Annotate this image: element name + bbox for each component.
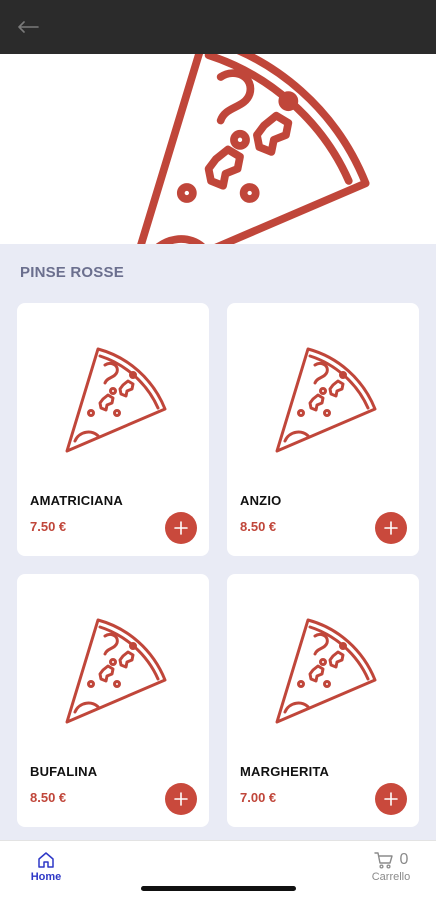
pizza-slice-icon — [137, 54, 370, 244]
product-grid: AMATRICIANA 7.50 € ANZIO 8.50 € BUFALINA… — [17, 303, 419, 827]
cart-row: 0 — [373, 851, 409, 869]
home-indicator — [141, 886, 296, 891]
section-title: PINSE ROSSE — [20, 264, 124, 281]
plus-icon — [384, 521, 398, 535]
pizza-slice-icon — [275, 618, 377, 724]
product-card[interactable]: MARGHERITA 7.00 € — [227, 574, 419, 827]
arrow-left-icon — [18, 21, 39, 33]
pizza-slice-icon — [65, 618, 167, 724]
nav-cart[interactable]: 0 Carrello — [366, 851, 416, 883]
add-to-cart-button[interactable] — [375, 512, 407, 544]
hero-image — [0, 54, 436, 244]
product-name: MARGHERITA — [240, 764, 330, 779]
plus-icon — [384, 792, 398, 806]
add-to-cart-button[interactable] — [375, 783, 407, 815]
add-to-cart-button[interactable] — [165, 783, 197, 815]
product-card[interactable]: BUFALINA 8.50 € — [17, 574, 209, 827]
nav-home-label: Home — [30, 871, 62, 883]
product-price: 8.50 € — [30, 790, 67, 805]
product-price: 7.50 € — [30, 519, 67, 534]
product-card[interactable]: AMATRICIANA 7.50 € — [17, 303, 209, 556]
product-list-section: PINSE ROSSE AMATRICIANA 7.50 € ANZIO 8.5… — [0, 244, 436, 840]
cart-count: 0 — [399, 851, 409, 868]
plus-icon — [174, 521, 188, 535]
nav-cart-label: Carrello — [371, 871, 411, 883]
add-to-cart-button[interactable] — [165, 512, 197, 544]
back-button[interactable] — [16, 15, 40, 39]
nav-home[interactable]: Home — [26, 851, 66, 883]
cart-icon — [373, 852, 393, 869]
product-name: BUFALINA — [30, 764, 98, 779]
pizza-slice-icon — [275, 347, 377, 453]
top-app-bar — [0, 0, 436, 54]
home-icon — [38, 852, 54, 868]
product-card[interactable]: ANZIO 8.50 € — [227, 303, 419, 556]
product-price: 8.50 € — [240, 519, 277, 534]
plus-icon — [174, 792, 188, 806]
product-name: AMATRICIANA — [30, 493, 123, 508]
pizza-slice-icon — [65, 347, 167, 453]
bottom-navigation: Home 0 Carrello — [0, 840, 436, 900]
product-name: ANZIO — [240, 493, 282, 508]
product-price: 7.00 € — [240, 790, 277, 805]
